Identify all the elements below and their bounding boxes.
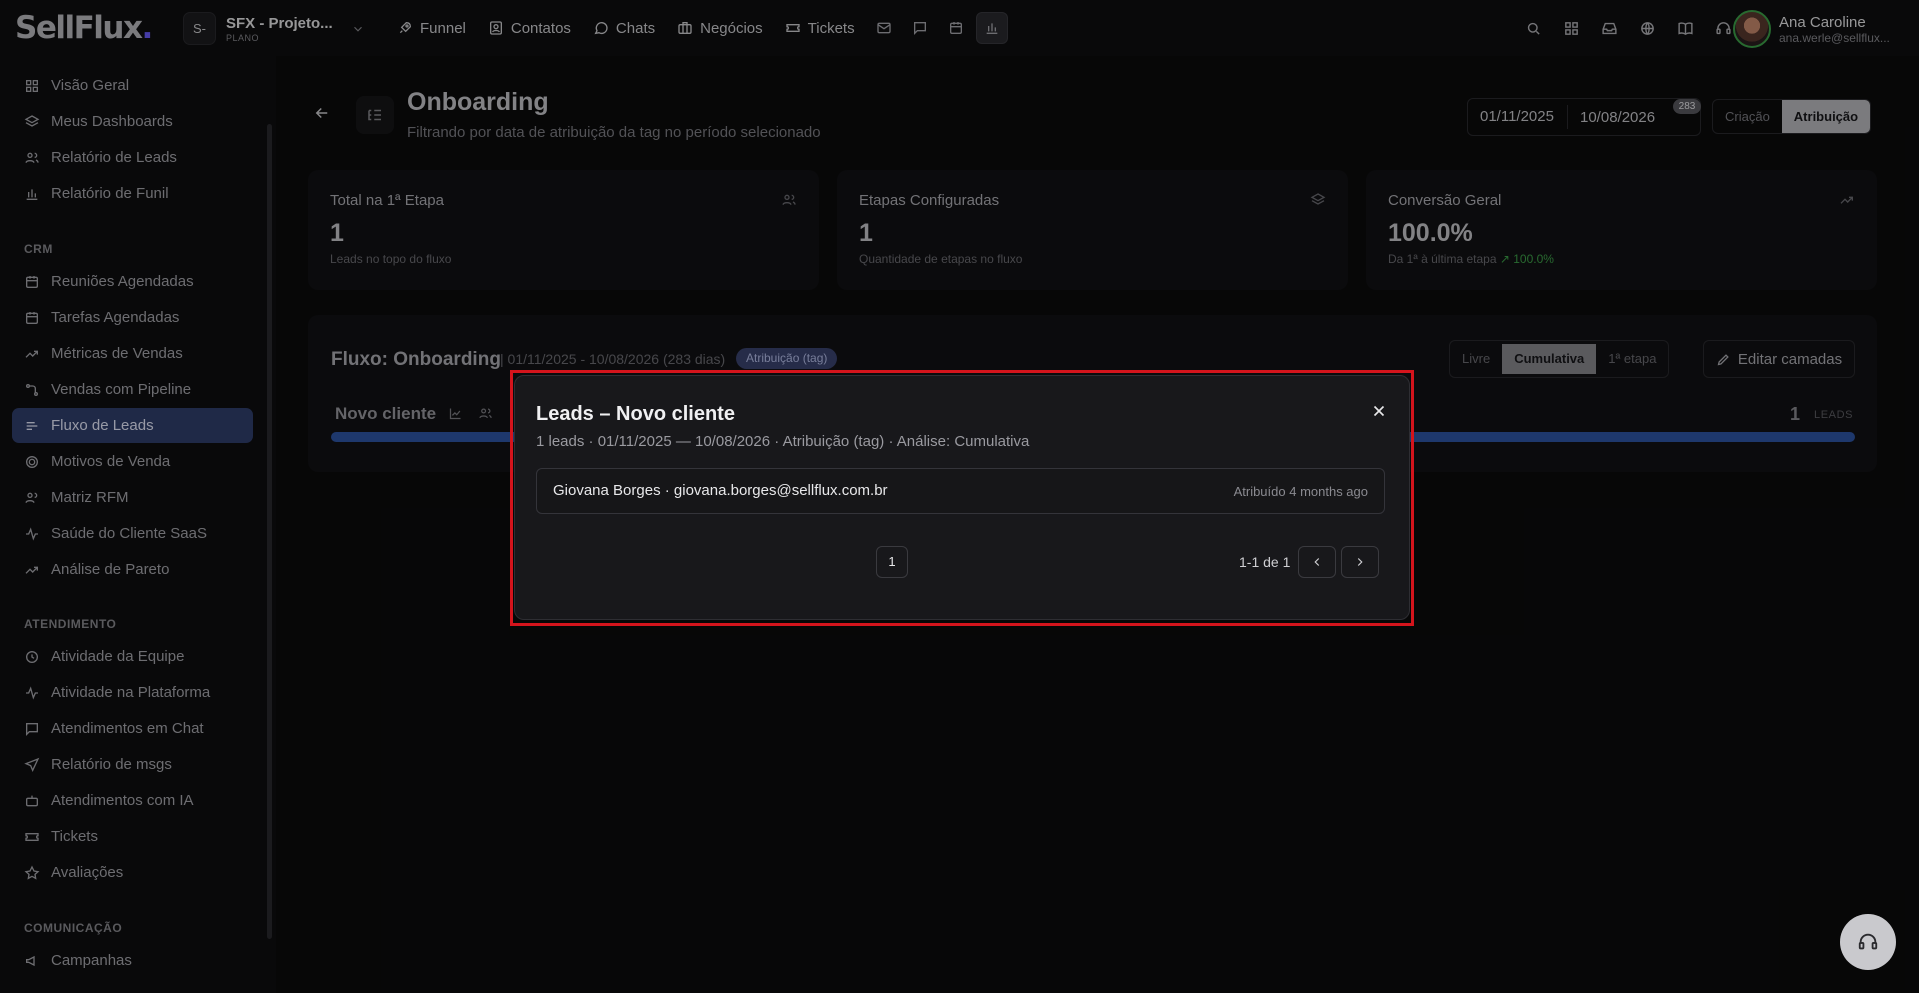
- lead-name-email[interactable]: Giovana Borges · giovana.borges@sellflux…: [553, 482, 888, 499]
- leads-modal: Leads – Novo cliente 1 leads · 01/11/202…: [514, 375, 1410, 620]
- modal-subtitle: 1 leads · 01/11/2025 — 10/08/2026 · Atri…: [536, 433, 1030, 450]
- headset-icon: [1858, 933, 1878, 950]
- lead-attributed-time: Atribuído 4 months ago: [1233, 484, 1368, 499]
- support-headset-button[interactable]: [1840, 914, 1896, 970]
- page-number-button[interactable]: 1: [876, 546, 908, 578]
- chevron-right-icon: [1357, 558, 1363, 566]
- pagination-range: 1-1 de 1: [1239, 554, 1291, 570]
- prev-page-button[interactable]: [1298, 546, 1336, 578]
- close-icon[interactable]: [1370, 402, 1388, 420]
- lead-row[interactable]: Giovana Borges · giovana.borges@sellflux…: [536, 468, 1385, 514]
- modal-title: Leads – Novo cliente: [536, 403, 735, 425]
- next-page-button[interactable]: [1341, 546, 1379, 578]
- chevron-left-icon: [1314, 558, 1320, 566]
